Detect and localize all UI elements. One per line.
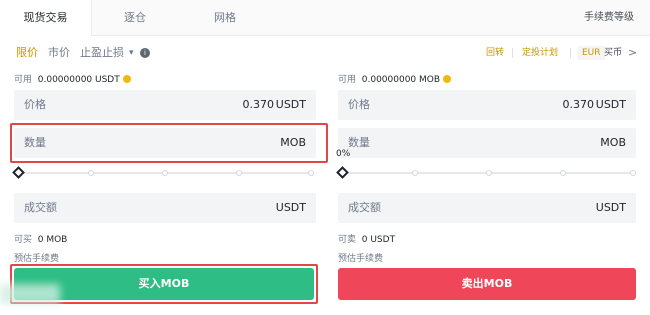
coin-icon[interactable] — [122, 75, 131, 83]
sell-max-value: 0 USDT — [361, 235, 396, 245]
chevron-down-icon[interactable]: ▾ — [129, 44, 134, 62]
info-icon[interactable]: i — [140, 48, 150, 58]
order-type-market[interactable]: 市价 — [48, 44, 70, 62]
buy-price-unit: USDT — [275, 98, 306, 111]
slider-tick[interactable] — [88, 170, 94, 176]
link-auto-invest[interactable]: 定投计划 — [522, 44, 558, 62]
buy-price-value[interactable]: 0.370 — [243, 90, 275, 120]
sell-slider-percent: 0% — [336, 149, 351, 159]
buy-max-label: 可买 — [14, 235, 33, 245]
slider-tick[interactable] — [412, 170, 418, 176]
order-type-limit[interactable]: 限价 — [16, 44, 38, 62]
sell-amount-unit: MOB — [600, 136, 626, 149]
buy-available: 可用 0.00000000 USDT — [14, 72, 131, 85]
tab-grid[interactable]: 网格 — [200, 0, 250, 36]
trade-tabs: 现货交易 逐仓 网格 手续费等级 — [0, 0, 650, 36]
sell-max: 可卖 0 USDT — [338, 232, 395, 245]
sell-amount-input[interactable]: 数量 MOB — [338, 128, 636, 158]
tab-isolated[interactable]: 逐仓 — [110, 0, 160, 36]
buy-slider[interactable] — [12, 166, 314, 179]
chevron-right-icon[interactable]: > — [628, 44, 637, 62]
slider-tick[interactable] — [630, 170, 636, 176]
sell-price-input[interactable]: 价格 0.370 USDT — [338, 90, 636, 120]
slider-tick[interactable] — [560, 170, 566, 176]
sell-price-value[interactable]: 0.370 — [563, 90, 595, 120]
buy-total-input[interactable]: 成交额 USDT — [14, 193, 316, 223]
slider-tick[interactable] — [486, 170, 492, 176]
order-type-stop[interactable]: 止盈止损 — [80, 44, 124, 62]
order-type-row: 限价 市价 止盈止损 ▾ i — [16, 44, 216, 62]
slider-handle[interactable] — [336, 166, 349, 179]
buy-fee-label[interactable]: 预估手续费 — [14, 251, 59, 264]
sell-total-unit: USDT — [595, 201, 626, 214]
sell-total-input[interactable]: 成交额 USDT — [338, 193, 636, 223]
slider-tick[interactable] — [236, 170, 242, 176]
buy-available-label: 可用 — [14, 75, 33, 85]
buy-max: 可买 0 MOB — [14, 232, 67, 245]
buy-total-unit: USDT — [275, 201, 306, 214]
sell-available: 可用 0.00000000 MOB — [338, 72, 452, 85]
divider — [570, 48, 571, 58]
sell-amount-label: 数量 — [348, 136, 370, 149]
buy-price-input[interactable]: 价格 0.370 USDT — [14, 90, 316, 120]
sell-max-label: 可卖 — [338, 235, 357, 245]
buy-crypto-link[interactable]: 买币 — [604, 44, 622, 62]
link-rotate[interactable]: 回转 — [486, 44, 504, 62]
sell-price-label: 价格 — [348, 98, 370, 111]
currency-badge[interactable]: EUR — [578, 46, 605, 60]
sell-fee-label[interactable]: 预估手续费 — [338, 251, 383, 264]
buy-max-value: 0 MOB — [37, 235, 68, 245]
slider-handle[interactable] — [12, 166, 25, 179]
sell-slider[interactable] — [336, 166, 636, 179]
sell-button[interactable]: 卖出MOB — [338, 268, 636, 300]
fee-level-link[interactable]: 手续费等级 — [584, 0, 634, 36]
slider-tick[interactable] — [308, 170, 314, 176]
sell-available-label: 可用 — [338, 75, 357, 85]
buy-price-label: 价格 — [24, 98, 46, 111]
spot-trade-panel: 现货交易 逐仓 网格 手续费等级 限价 市价 止盈止损 ▾ i 回转 定投计划 … — [0, 0, 650, 315]
right-links: 回转 定投计划 EUR 买币 > — [470, 44, 640, 62]
highlight-box — [10, 123, 328, 163]
sell-available-value: 0.00000000 MOB — [361, 75, 441, 85]
slider-tick[interactable] — [162, 170, 168, 176]
sell-price-unit: USDT — [595, 98, 626, 111]
buy-available-value: 0.00000000 USDT — [37, 75, 120, 85]
tab-spot[interactable]: 现货交易 — [0, 0, 92, 36]
sell-total-label: 成交额 — [348, 201, 381, 214]
divider — [512, 48, 513, 58]
buy-total-label: 成交额 — [24, 201, 57, 214]
coin-icon[interactable] — [443, 75, 452, 83]
blurred-region — [0, 284, 60, 304]
